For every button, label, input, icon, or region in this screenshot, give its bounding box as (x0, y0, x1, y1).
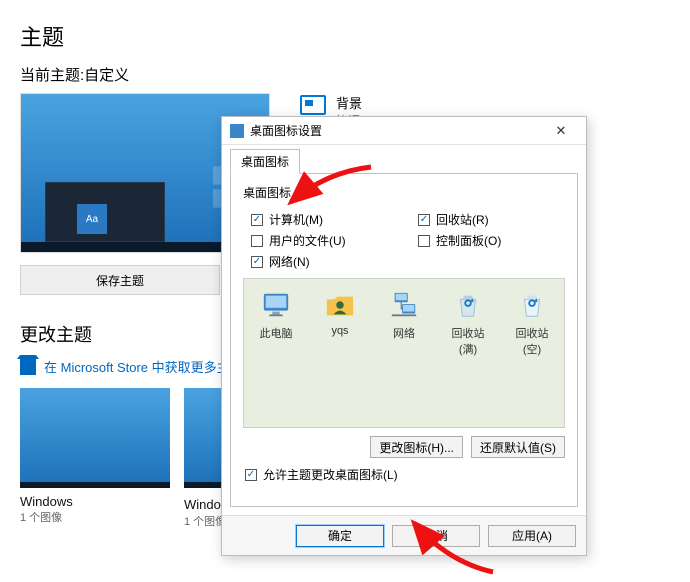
checkbox-icon (251, 214, 263, 226)
icon-label: 回收站(满) (444, 325, 492, 357)
icon-preview-panel: 此电脑 yqs 网络 回收站(满) (243, 278, 565, 428)
checkbox-label: 回收站(R) (436, 211, 489, 228)
checkbox-icon (251, 256, 263, 268)
store-link-text: 在 Microsoft Store 中获取更多主题 (44, 357, 243, 376)
store-icon (20, 359, 36, 375)
checkbox-allow-theme-change[interactable]: 允许主题更改桌面图标(L) (245, 466, 398, 483)
desktop-icon-network[interactable]: 网络 (380, 289, 428, 341)
dialog-icon (230, 124, 244, 138)
save-theme-button[interactable]: 保存主题 (20, 265, 220, 295)
checkbox-recyclebin[interactable]: 回收站(R) (418, 211, 565, 228)
desktop-icon-recycle-empty[interactable]: 回收站(空) (508, 289, 556, 357)
checkbox-icon (418, 235, 430, 247)
checkbox-label: 控制面板(O) (436, 232, 501, 249)
change-icon-button[interactable]: 更改图标(H)... (370, 436, 463, 458)
background-label: 背景 (336, 93, 362, 112)
dialog-title: 桌面图标设置 (250, 122, 544, 139)
tab-strip: 桌面图标 (222, 145, 586, 174)
page-title: 主题 (20, 20, 670, 52)
preview-accent-tile: Aa (77, 204, 107, 234)
network-icon (388, 289, 420, 321)
close-icon: ✕ (556, 123, 567, 139)
tab-panel: 桌面图标 计算机(M) 回收站(R) 用户的文件(U) 控制面板(O) 网络(N… (230, 173, 578, 507)
restore-default-button[interactable]: 还原默认值(S) (471, 436, 565, 458)
dialog-button-bar: 确定 取消 应用(A) (222, 515, 586, 555)
desktop-icon-settings-dialog: 桌面图标设置 ✕ 桌面图标 桌面图标 计算机(M) 回收站(R) 用户的文件(U… (221, 116, 587, 556)
icon-label: yqs (316, 325, 364, 337)
checkbox-network[interactable]: 网络(N) (251, 253, 398, 270)
checkbox-label: 计算机(M) (269, 211, 323, 228)
monitor-icon (260, 289, 292, 321)
theme-name: Windows (20, 494, 170, 509)
checkbox-icon (251, 235, 263, 247)
desktop-icon-thispc[interactable]: 此电脑 (252, 289, 300, 341)
user-folder-icon (324, 289, 356, 321)
current-theme-label: 当前主题:自定义 (20, 64, 670, 85)
checkbox-userfiles[interactable]: 用户的文件(U) (251, 232, 398, 249)
checkbox-label: 允许主题更改桌面图标(L) (263, 466, 398, 483)
icon-label: 此电脑 (252, 325, 300, 341)
recycle-empty-icon (516, 289, 548, 321)
apply-button[interactable]: 应用(A) (488, 525, 576, 547)
checkbox-label: 用户的文件(U) (269, 232, 346, 249)
theme-item[interactable]: Windows 1 个图像 (20, 388, 170, 529)
theme-thumbnail (20, 388, 170, 488)
recycle-full-icon (452, 289, 484, 321)
dialog-titlebar[interactable]: 桌面图标设置 ✕ (222, 117, 586, 145)
icon-label: 网络 (380, 325, 428, 341)
group-label: 桌面图标 (243, 184, 565, 201)
desktop-icon-user[interactable]: yqs (316, 289, 364, 337)
close-button[interactable]: ✕ (544, 120, 578, 142)
picture-icon (300, 95, 326, 115)
cancel-button[interactable]: 取消 (392, 525, 480, 547)
ok-button[interactable]: 确定 (296, 525, 384, 547)
checkbox-computer[interactable]: 计算机(M) (251, 211, 398, 228)
desktop-icon-recycle-full[interactable]: 回收站(满) (444, 289, 492, 357)
checkbox-label: 网络(N) (269, 253, 310, 270)
tab-desktop-icons[interactable]: 桌面图标 (230, 149, 300, 174)
icon-label: 回收站(空) (508, 325, 556, 357)
checkbox-icon (418, 214, 430, 226)
checkbox-controlpanel[interactable]: 控制面板(O) (418, 232, 565, 249)
checkbox-icon (245, 469, 257, 481)
theme-sub: 1 个图像 (20, 509, 170, 525)
